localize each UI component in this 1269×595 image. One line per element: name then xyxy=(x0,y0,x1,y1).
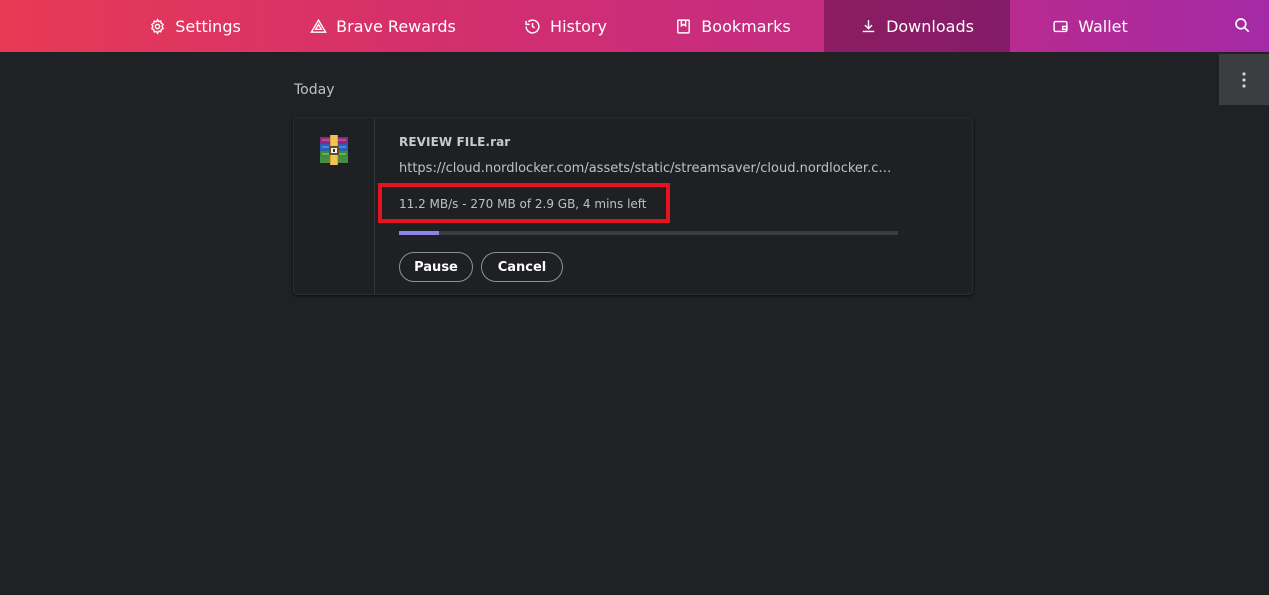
download-filename[interactable]: REVIEW FILE.rar xyxy=(399,135,510,149)
download-status: 11.2 MB/s - 270 MB of 2.9 GB, 4 mins lef… xyxy=(399,197,647,211)
triangle-icon xyxy=(310,18,327,33)
bookmark-icon xyxy=(677,18,691,34)
download-progress-fill xyxy=(399,231,439,235)
more-options-button[interactable] xyxy=(1219,54,1269,105)
tab-wallet-label: Wallet xyxy=(1078,16,1128,36)
download-item-card: REVIEW FILE.rar https://cloud.nordlocker… xyxy=(293,117,973,295)
tab-settings[interactable]: Settings xyxy=(130,0,260,52)
tab-bookmarks[interactable]: Bookmarks xyxy=(658,0,808,52)
tab-wallet[interactable]: Wallet xyxy=(1030,0,1150,52)
search-button[interactable] xyxy=(1231,14,1253,36)
tab-downloads[interactable]: Downloads xyxy=(824,0,1010,52)
history-icon xyxy=(525,18,540,34)
tab-settings-label: Settings xyxy=(175,16,241,36)
tab-history[interactable]: History xyxy=(508,0,623,52)
download-icon xyxy=(862,19,875,32)
wallet-icon xyxy=(1053,20,1068,32)
tab-brave-rewards-label: Brave Rewards xyxy=(336,16,456,36)
cancel-button[interactable]: Cancel xyxy=(481,252,563,282)
tab-brave-rewards[interactable]: Brave Rewards xyxy=(290,0,476,52)
date-section-header: Today xyxy=(294,82,335,98)
download-progress-bar xyxy=(399,231,898,235)
more-vertical-icon xyxy=(1242,71,1246,88)
download-item-icon-column xyxy=(294,118,375,294)
pause-button[interactable]: Pause xyxy=(399,252,473,282)
gear-icon xyxy=(151,17,165,35)
top-nav-bar: Settings Brave Rewards History Bookmarks… xyxy=(0,0,1269,52)
winrar-archive-icon xyxy=(320,135,348,165)
tab-history-label: History xyxy=(550,16,607,36)
download-source-url[interactable]: https://cloud.nordlocker.com/assets/stat… xyxy=(399,161,899,176)
tab-bookmarks-label: Bookmarks xyxy=(701,16,791,36)
search-icon xyxy=(1235,18,1250,33)
tab-downloads-label: Downloads xyxy=(886,16,974,36)
